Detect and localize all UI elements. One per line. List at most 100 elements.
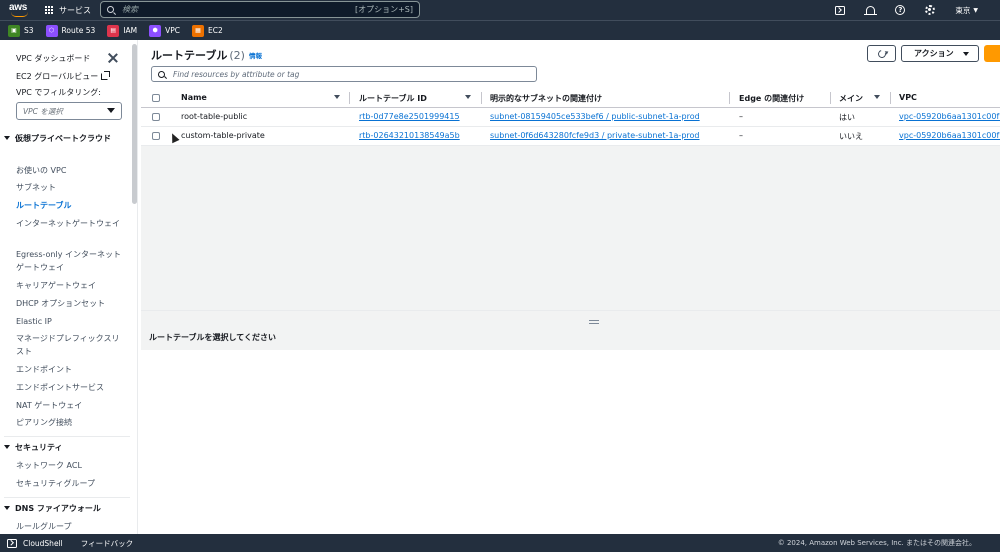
column-divider[interactable] xyxy=(729,92,730,104)
cell-name: root-table-public xyxy=(181,112,248,121)
vpc-filter-select[interactable]: VPC を選択 xyxy=(16,102,122,120)
sidebar-item-peering[interactable]: ピアリング接続 xyxy=(16,417,126,430)
sort-icon[interactable] xyxy=(874,95,880,99)
caret-down-icon xyxy=(963,52,969,56)
cell-subnet-association[interactable]: subnet-08159405ce533bef6 / public-subnet… xyxy=(490,112,700,121)
refresh-icon xyxy=(876,48,887,59)
column-divider[interactable] xyxy=(349,92,350,104)
cell-name: custom-table-private xyxy=(181,131,265,140)
sidebar-item-egress-only-igw[interactable]: Egress-only インターネットゲートウェイ xyxy=(16,249,126,274)
sidebar-item-elastic-ip[interactable]: Elastic IP xyxy=(16,316,126,329)
sidebar-global-view[interactable]: EC2 グローバルビュー xyxy=(16,71,111,82)
caret-down-icon xyxy=(4,136,10,140)
cell-route-table-id[interactable]: rtb-0d77e8e2501999415 xyxy=(359,112,460,121)
column-header-main[interactable]: メイン xyxy=(839,93,863,104)
search-placeholder: 検索 xyxy=(122,5,138,14)
section-security-label: セキュリティ xyxy=(15,443,63,452)
section-dns-firewall[interactable]: DNS ファイアウォール xyxy=(4,503,124,515)
page-title-text: ルートテーブル xyxy=(151,49,228,62)
table-header: Name ルートテーブル ID 明示的なサブネットの関連付け Edge の関連付… xyxy=(141,88,1000,108)
sidebar-item-endpoint-services[interactable]: エンドポイントサービス xyxy=(16,382,126,395)
row-checkbox[interactable] xyxy=(152,132,160,140)
select-all-checkbox[interactable] xyxy=(152,94,160,102)
sidebar-item-network-acl[interactable]: ネットワーク ACL xyxy=(16,460,126,473)
route53-icon: ⬡ xyxy=(45,24,58,37)
region-selector[interactable]: 東京 ▼ xyxy=(955,5,978,16)
footer: CloudShell フィードバック © 2024, Amazon Web Se… xyxy=(0,534,1000,552)
cell-subnet-association[interactable]: subnet-0f6d643280fcfe9d3 / private-subne… xyxy=(490,131,699,140)
region-label: 東京 xyxy=(955,5,971,15)
resource-filter-input[interactable]: Find resources by attribute or tag xyxy=(151,66,537,82)
row-checkbox[interactable] xyxy=(152,113,160,121)
aws-logo[interactable]: aws xyxy=(9,2,31,18)
favorite-s3[interactable]: ▣ S3 xyxy=(8,24,34,37)
column-divider[interactable] xyxy=(830,92,831,104)
column-divider[interactable] xyxy=(890,92,891,104)
settings-button[interactable] xyxy=(915,0,945,20)
notifications-button[interactable] xyxy=(855,0,885,20)
section-security[interactable]: セキュリティ xyxy=(4,442,124,454)
section-dns-label: DNS ファイアウォール xyxy=(15,504,101,513)
sort-icon[interactable] xyxy=(465,95,471,99)
column-header-vpc[interactable]: VPC xyxy=(899,93,917,102)
caret-down-icon xyxy=(4,445,10,449)
sidebar-item-internet-gateways[interactable]: インターネットゲートウェイ xyxy=(16,218,126,231)
split-panel-divider xyxy=(141,310,1000,311)
sidebar-item-your-vpcs[interactable]: お使いの VPC xyxy=(16,165,126,178)
table-empty-area xyxy=(141,144,1000,350)
search-input[interactable]: 検索 [オプション+S] xyxy=(100,1,420,18)
cell-route-table-id[interactable]: rtb-02643210138549a5b xyxy=(359,131,460,140)
favorite-label: VPC xyxy=(165,26,180,35)
sidebar-item-nat-gateways[interactable]: NAT ゲートウェイ xyxy=(16,400,126,413)
divider xyxy=(4,497,130,498)
info-link[interactable]: 情報 xyxy=(249,52,262,60)
favorite-vpc[interactable]: ⬢ VPC xyxy=(149,24,180,37)
refresh-button[interactable] xyxy=(867,45,896,62)
close-icon[interactable] xyxy=(108,53,118,63)
column-header-id[interactable]: ルートテーブル ID xyxy=(359,93,427,104)
cloudshell-button[interactable] xyxy=(825,0,855,20)
footer-feedback-link[interactable]: フィードバック xyxy=(81,538,133,549)
search-icon xyxy=(107,6,114,13)
favorite-label: IAM xyxy=(123,26,138,35)
sort-icon[interactable] xyxy=(334,95,340,99)
actions-button[interactable]: アクション xyxy=(901,45,979,62)
cell-vpc[interactable]: vpc-05920b6aa1301c00f | xyxy=(899,112,1000,121)
sidebar-item-prefix-lists[interactable]: マネージドプレフィックスリスト xyxy=(16,333,126,358)
sidebar-item-rule-groups[interactable]: ルールグループ xyxy=(16,521,126,534)
sidebar-scrollbar[interactable] xyxy=(132,44,137,204)
sidebar-vpc-dashboard[interactable]: VPC ダッシュボード xyxy=(16,53,90,64)
sidebar-item-dhcp-options[interactable]: DHCP オプションセット xyxy=(16,298,126,311)
cell-vpc[interactable]: vpc-05920b6aa1301c00f | xyxy=(899,131,1000,140)
filter-placeholder: Find resources by attribute or tag xyxy=(173,69,300,79)
cell-main: はい xyxy=(839,113,855,122)
sidebar-item-security-groups[interactable]: セキュリティグループ xyxy=(16,478,126,491)
favorite-iam[interactable]: ▤ IAM xyxy=(107,24,138,37)
iam-icon: ▤ xyxy=(107,24,120,37)
sidebar-item-endpoints[interactable]: エンドポイント xyxy=(16,364,126,377)
drag-handle-icon[interactable] xyxy=(589,320,599,324)
favorite-label: Route 53 xyxy=(61,26,96,35)
column-divider[interactable] xyxy=(481,92,482,104)
vpc-filter-placeholder: VPC を選択 xyxy=(23,106,63,116)
create-route-table-button[interactable] xyxy=(984,45,1000,62)
services-menu-button[interactable]: サービス xyxy=(45,5,91,16)
favorite-route53[interactable]: ⬡ Route 53 xyxy=(45,24,96,37)
services-label: サービス xyxy=(59,5,91,15)
grid-icon xyxy=(45,5,54,15)
terminal-icon xyxy=(7,538,17,548)
favorite-ec2[interactable]: ▦ EC2 xyxy=(191,24,223,37)
column-header-edge[interactable]: Edge の関連付け xyxy=(739,93,804,104)
table-row[interactable]: root-table-public rtb-0d77e8e2501999415 … xyxy=(141,108,1000,127)
sidebar-item-carrier-gateways[interactable]: キャリアゲートウェイ xyxy=(16,280,126,293)
section-vpc[interactable]: 仮想プライベートクラウド xyxy=(4,133,124,145)
divider xyxy=(4,436,130,437)
column-header-subnet[interactable]: 明示的なサブネットの関連付け xyxy=(490,93,602,104)
footer-cloudshell-link[interactable]: CloudShell xyxy=(23,539,63,548)
help-button[interactable]: ? xyxy=(885,0,915,20)
column-header-name[interactable]: Name xyxy=(181,93,207,102)
sidebar-item-subnets[interactable]: サブネット xyxy=(16,182,126,195)
top-navigation: aws サービス 検索 [オプション+S] ? 東京 ▼ xyxy=(0,0,1000,20)
sidebar-item-route-tables[interactable]: ルートテーブル xyxy=(16,200,126,213)
table-row[interactable]: custom-table-private rtb-02643210138549a… xyxy=(141,127,1000,146)
